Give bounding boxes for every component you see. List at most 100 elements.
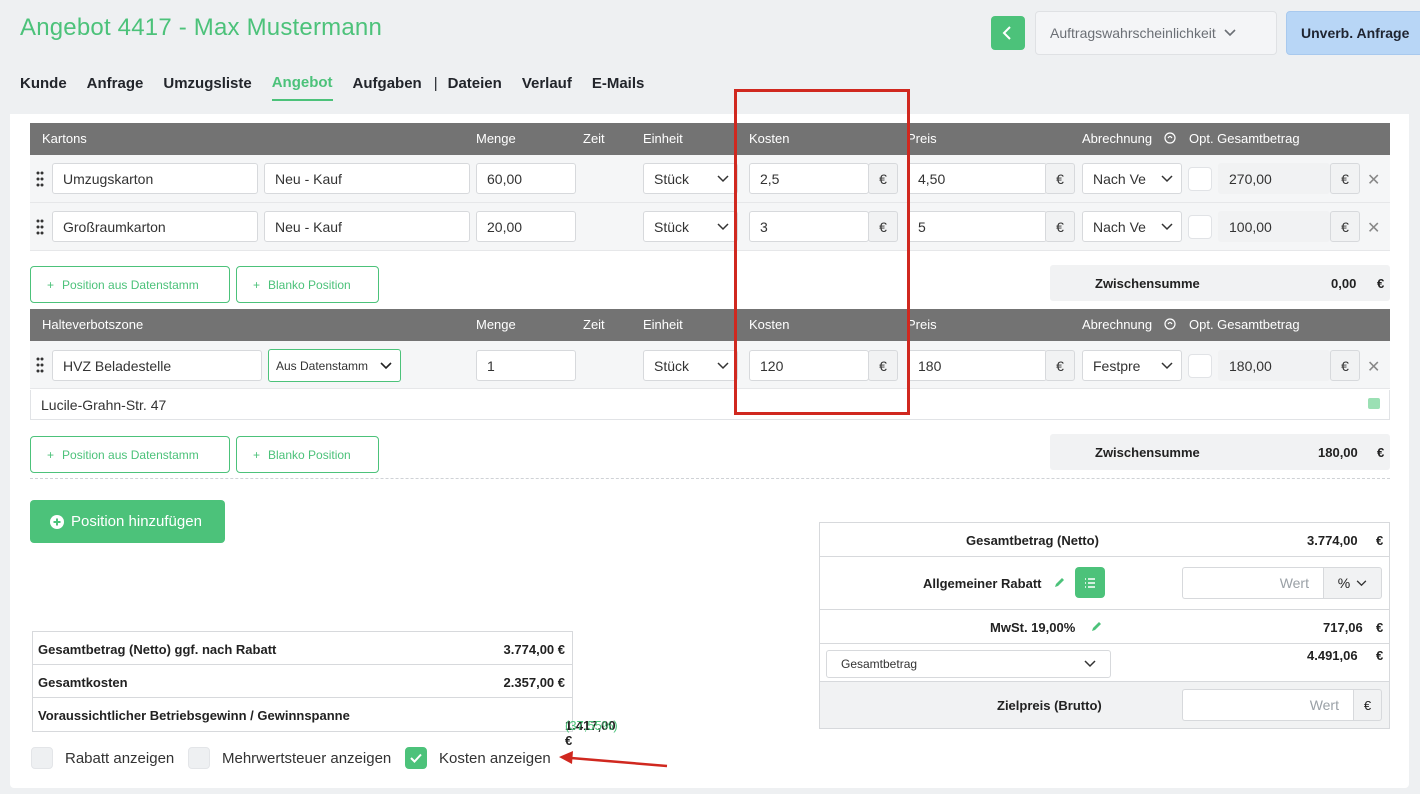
rabatt-input[interactable]: Wert (1182, 567, 1323, 599)
unit-select-value: Stück (654, 357, 690, 374)
master-data-select[interactable]: Aus Datenstamm (268, 349, 401, 382)
tab-bar: Kunde Anfrage Umzugsliste Angebot Aufgab… (20, 74, 664, 101)
add-from-master-button[interactable]: + Position aus Datenstamm (30, 436, 230, 473)
netto-label: Gesamtbetrag (Netto) (966, 533, 1099, 548)
netto-value: 3.774,00 (1307, 533, 1358, 548)
drag-handle-icon[interactable] (36, 218, 44, 236)
currency-suffix: € (1330, 350, 1360, 381)
position-variant-input[interactable]: Neu - Kauf (264, 163, 470, 194)
quantity-input[interactable]: 60,00 (476, 163, 576, 194)
currency-suffix: € (1045, 163, 1075, 194)
drag-handle-icon[interactable] (36, 170, 44, 188)
tab-dateien[interactable]: Dateien (448, 75, 502, 100)
address-row[interactable]: Lucile-Grahn-Str. 47 (30, 390, 1390, 420)
table-row: Großraumkarton Neu - Kauf 20,00 Stück 3 … (30, 203, 1390, 251)
status-button[interactable]: Unverb. Anfrage (1286, 11, 1420, 55)
list-button[interactable] (1075, 567, 1105, 598)
section-title: Kartons (42, 131, 87, 146)
position-name-input[interactable]: Großraumkarton (52, 211, 258, 242)
summary-row-rabatt: Allgemeiner Rabatt Wert % (820, 557, 1389, 610)
add-from-master-label: Position aus Datenstamm (62, 447, 199, 462)
currency-symbol: € (1377, 445, 1385, 460)
unit-select-value: Stück (654, 218, 690, 235)
tab-aufgaben[interactable]: Aufgaben (353, 75, 422, 100)
probability-dropdown-label: Auftragswahrscheinlichkeit (1050, 25, 1216, 41)
rabatt-toggle-label: Rabatt anzeigen (65, 749, 175, 767)
zielpreis-input[interactable]: Wert (1182, 689, 1353, 721)
currency-symbol: € (1376, 620, 1384, 635)
add-blank-button[interactable]: + Blanko Position (236, 436, 379, 473)
tab-angebot[interactable]: Angebot (271, 74, 333, 101)
subtotal-label: Zwischensumme (1095, 276, 1200, 291)
pencil-icon[interactable] (1090, 620, 1103, 633)
total-field: 180,00 (1218, 350, 1330, 381)
tab-umzugsliste[interactable]: Umzugsliste (163, 75, 251, 100)
add-position-button[interactable]: Position hinzufügen (30, 500, 225, 543)
info-icon (1164, 132, 1176, 147)
back-button[interactable] (991, 16, 1025, 50)
currency-suffix: € (1330, 163, 1360, 194)
quantity-input[interactable]: 20,00 (476, 211, 576, 242)
toggle-mwst[interactable]: Mehrwertsteuer anzeigen (188, 747, 391, 769)
rabatt-checkbox[interactable] (31, 747, 53, 769)
tab-verlauf[interactable]: Verlauf (522, 75, 572, 100)
col-einheit: Einheit (643, 131, 683, 146)
close-icon[interactable]: ✕ (1367, 218, 1380, 238)
position-name-input[interactable]: HVZ Beladestelle (52, 350, 262, 381)
probability-dropdown[interactable]: Auftragswahrscheinlichkeit (1035, 11, 1277, 55)
kosten-toggle-label: Kosten anzeigen (439, 749, 551, 767)
currency-suffix: € (1353, 689, 1382, 721)
currency-suffix: € (1045, 211, 1075, 242)
cost-row: Gesamtkosten 2.357,00 € (33, 665, 572, 698)
quantity-input[interactable]: 1 (476, 350, 576, 381)
subtotal-box: Zwischensumme 0,00 € (1050, 265, 1390, 301)
gesamt-select-value: Gesamtbetrag (841, 657, 918, 671)
add-position-label: Position hinzufügen (71, 513, 202, 530)
page-title: Angebot 4417 - Max Mustermann (20, 14, 382, 41)
billing-select[interactable]: Nach Ve (1082, 163, 1182, 194)
close-icon[interactable]: ✕ (1367, 357, 1380, 377)
unit-select-value: Stück (654, 170, 690, 187)
price-input[interactable]: 180 (907, 350, 1047, 381)
tab-anfrage[interactable]: Anfrage (87, 75, 144, 100)
add-blank-button[interactable]: + Blanko Position (236, 266, 379, 303)
mwst-checkbox[interactable] (188, 747, 210, 769)
col-opt-gesamt: Opt. Gesamtbetrag (1189, 317, 1300, 332)
total-field: 270,00 (1218, 163, 1330, 194)
billing-select-value: Nach Ve (1093, 218, 1146, 235)
table-row: HVZ Beladestelle Aus Datenstamm 1 Stück … (30, 341, 1390, 389)
position-name-input[interactable]: Umzugskarton (52, 163, 258, 194)
col-opt-gesamt: Opt. Gesamtbetrag (1189, 131, 1300, 146)
billing-select[interactable]: Nach Ve (1082, 211, 1182, 242)
table-row: Umzugskarton Neu - Kauf 60,00 Stück 2,5 … (30, 155, 1390, 203)
billing-select-value: Festpre (1093, 357, 1141, 374)
mwst-toggle-label: Mehrwertsteuer anzeigen (222, 749, 392, 767)
tab-emails[interactable]: E-Mails (592, 75, 645, 100)
kosten-checkbox[interactable] (405, 747, 427, 769)
rabatt-unit-select[interactable]: % (1323, 567, 1382, 599)
toggle-kosten[interactable]: Kosten anzeigen (405, 747, 551, 769)
unit-select[interactable]: Stück (643, 211, 738, 242)
price-input[interactable]: 5 (907, 211, 1047, 242)
close-icon[interactable]: ✕ (1367, 170, 1380, 190)
col-zeit: Zeit (583, 317, 605, 332)
pencil-icon[interactable] (1053, 576, 1066, 589)
drag-handle-icon[interactable] (36, 356, 44, 374)
toggle-rabatt[interactable]: Rabatt anzeigen (31, 747, 174, 769)
mwst-value: 717,06 (1323, 620, 1363, 635)
optional-checkbox[interactable] (1188, 167, 1212, 191)
unit-select[interactable]: Stück (643, 350, 738, 381)
subtotal-value: 180,00 (1318, 445, 1358, 460)
price-input[interactable]: 4,50 (907, 163, 1047, 194)
position-variant-input[interactable]: Neu - Kauf (264, 211, 470, 242)
optional-checkbox[interactable] (1188, 354, 1212, 378)
currency-suffix: € (1045, 350, 1075, 381)
note-icon[interactable] (1368, 398, 1380, 409)
summary-row-zielpreis: Zielpreis (Brutto) Wert € (820, 682, 1389, 728)
billing-select[interactable]: Festpre (1082, 350, 1182, 381)
gesamt-select[interactable]: Gesamtbetrag (826, 650, 1111, 678)
unit-select[interactable]: Stück (643, 163, 738, 194)
optional-checkbox[interactable] (1188, 215, 1212, 239)
add-from-master-button[interactable]: + Position aus Datenstamm (30, 266, 230, 303)
tab-kunde[interactable]: Kunde (20, 75, 67, 100)
